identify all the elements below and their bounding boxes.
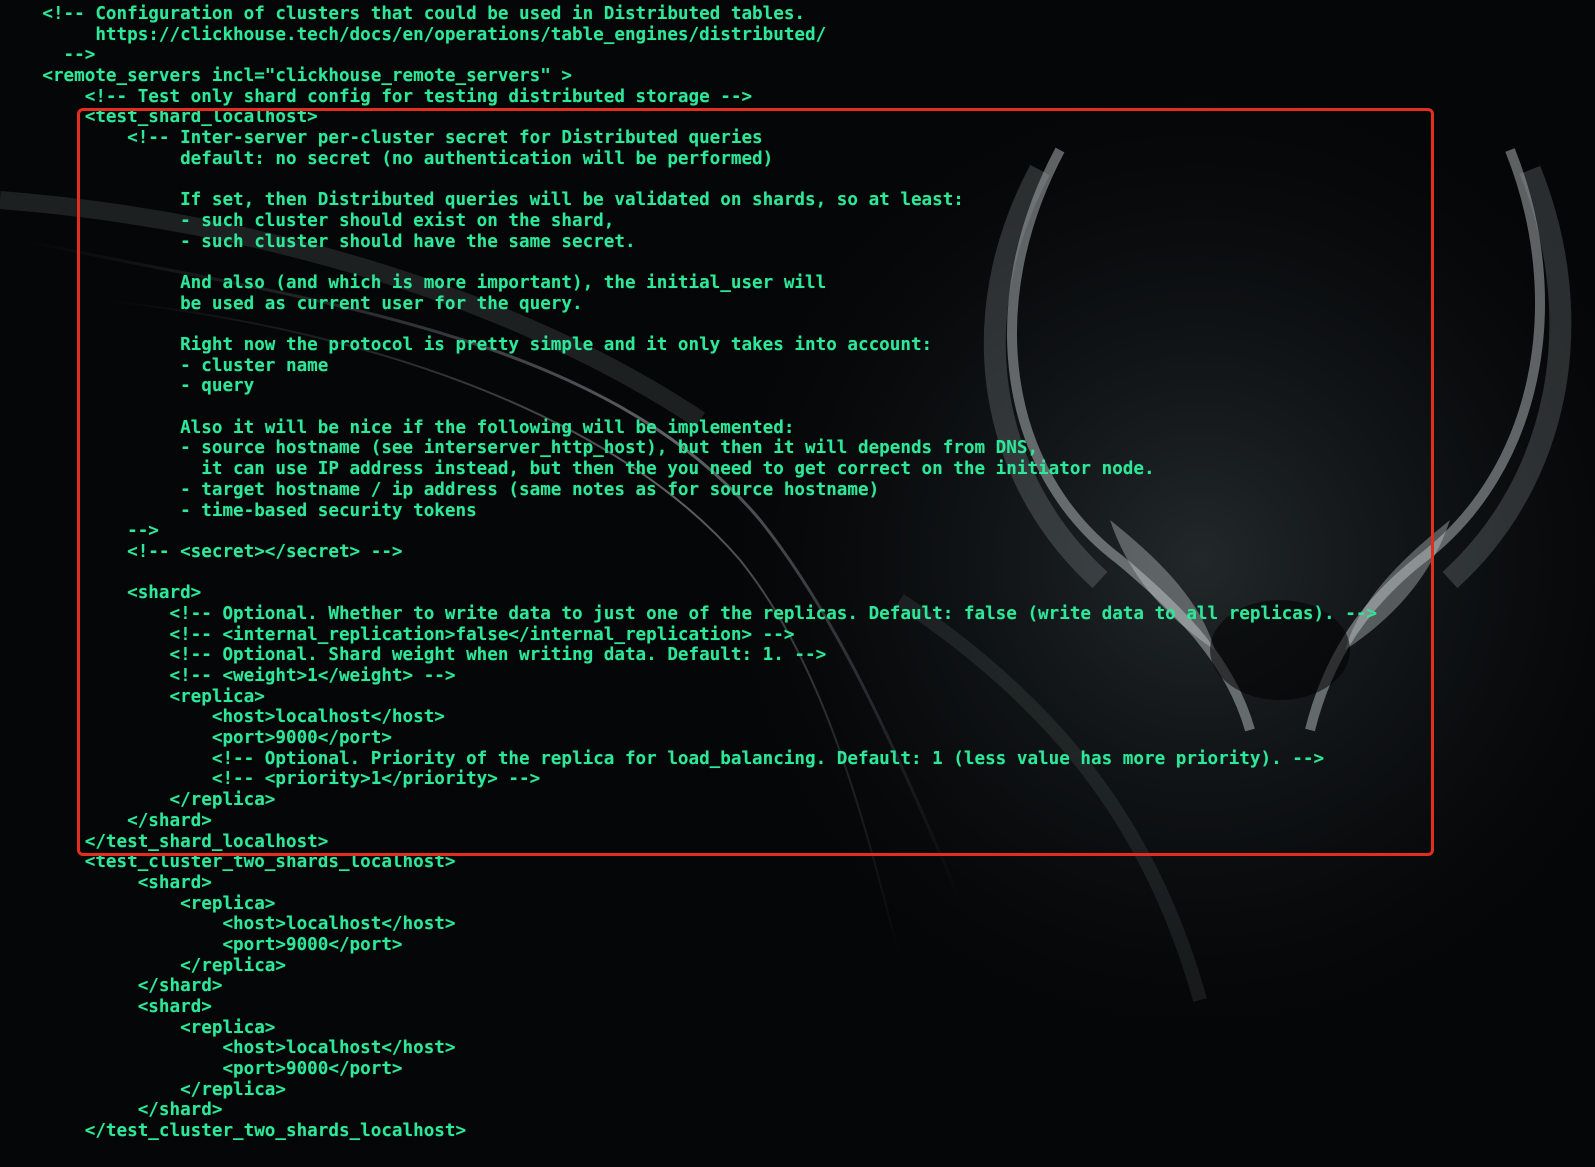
code-line: </test_cluster_two_shards_localhost>: [0, 1121, 467, 1142]
code-line: Right now the protocol is pretty simple …: [0, 335, 933, 355]
code-line: <port>9000</port>: [0, 728, 392, 749]
code-line: - cluster name: [0, 355, 329, 376]
code-line: <shard>: [0, 997, 212, 1017]
code-line: <shard>: [0, 583, 202, 604]
code-line: Also it will be nice if the following wi…: [0, 417, 795, 438]
code-line: - source hostname (see interserver_http_…: [0, 438, 1039, 459]
code-line: <!-- Inter-server per-cluster secret for…: [0, 128, 763, 149]
code-line: -->: [0, 521, 159, 542]
code-line: <host>localhost</host>: [0, 1038, 456, 1059]
code-line: - such cluster should exist on the shard…: [0, 210, 615, 231]
code-line: - such cluster should have the same secr…: [0, 231, 636, 252]
code-line: it can use IP address instead, but then …: [0, 459, 1155, 480]
code-line: https://clickhouse.tech/docs/en/operatio…: [0, 24, 827, 45]
code-line: <!-- Optional. Priority of the replica f…: [0, 748, 1325, 769]
code-line: <test_shard_localhost>: [0, 107, 318, 128]
code-line: <!-- Optional. Shard weight when writing…: [0, 645, 827, 666]
code-line: <remote_servers incl="clickhouse_remote_…: [0, 66, 572, 87]
code-line: </replica>: [0, 1079, 286, 1100]
code-line: - target hostname / ip address (same not…: [0, 479, 880, 500]
code-line: <!-- <weight>1</weight> -->: [0, 666, 456, 686]
code-line: default: no secret (no authentication wi…: [0, 148, 774, 169]
code-line: <!-- <internal_replication>false</intern…: [0, 624, 795, 645]
code-line: <!-- <secret></secret> -->: [0, 541, 403, 562]
code-line: </shard>: [0, 1100, 223, 1121]
code-line: be used as current user for the query.: [0, 293, 583, 314]
code-line: <host>localhost</host>: [0, 707, 445, 728]
code-line: <shard>: [0, 872, 212, 893]
code-line: <host>localhost</host>: [0, 914, 456, 935]
code-line: <test_cluster_two_shards_localhost>: [0, 852, 456, 873]
code-line: <!-- <priority>1</priority> -->: [0, 769, 541, 790]
code-line: <!-- Optional. Whether to write data to …: [0, 603, 1378, 624]
code-line: </replica>: [0, 790, 276, 811]
code-line: <replica>: [0, 686, 265, 707]
code-line: </shard>: [0, 976, 223, 997]
code-line: <!-- Configuration of clusters that coul…: [0, 4, 806, 24]
code-line: <port>9000</port>: [0, 934, 403, 955]
code-line: <replica>: [0, 893, 276, 914]
code-text[interactable]: <!-- Configuration of clusters that coul…: [0, 4, 1377, 1142]
code-line: <!-- Test only shard config for testing …: [0, 86, 753, 107]
code-line: And also (and which is more important), …: [0, 272, 827, 293]
code-line: - query: [0, 376, 255, 397]
code-line: - time-based security tokens: [0, 500, 477, 521]
code-line: <replica>: [0, 1017, 276, 1038]
terminal-window[interactable]: <!-- Configuration of clusters that coul…: [0, 0, 1595, 1167]
code-line: </test_shard_localhost>: [0, 831, 329, 852]
code-line: -->: [0, 45, 96, 66]
code-line: </shard>: [0, 810, 212, 831]
code-line: <port>9000</port>: [0, 1059, 403, 1080]
code-line: </replica>: [0, 955, 286, 976]
code-line: If set, then Distributed queries will be…: [0, 190, 964, 211]
